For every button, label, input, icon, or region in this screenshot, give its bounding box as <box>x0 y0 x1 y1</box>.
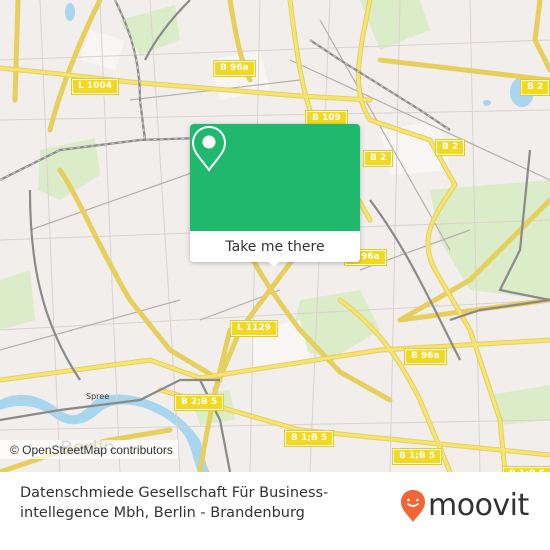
take-me-there-button[interactable]: Take me there <box>190 231 360 262</box>
road-label-b2-b5: B 2;B 5 <box>175 395 224 410</box>
river-label: Spree <box>86 392 110 401</box>
road-label-b1-b5: B 1;B 5 <box>393 449 442 464</box>
road-label-l1004: L 1004 <box>72 79 118 94</box>
map[interactable]: L 1004 B 96a B 109 B 2 B 2 B 2 B 96a L 1… <box>0 0 550 472</box>
road-label-b1-b5: B 1;B 5 <box>285 431 334 446</box>
popup-header <box>190 124 360 231</box>
map-pin-icon <box>191 125 227 172</box>
road-label-b2: B 2 <box>521 80 550 95</box>
road-label-b2: B 2 <box>436 140 465 155</box>
place-name: Datenschmiede Gesellschaft Für Business-… <box>20 485 329 521</box>
moovit-logo[interactable]: moovit <box>400 489 529 523</box>
road-label-b2: B 2 <box>364 151 393 166</box>
take-me-there-label: Take me there <box>225 238 325 255</box>
attribution-text: © OpenStreetMap contributors <box>10 443 173 457</box>
road-label-b96a: B 96a <box>214 61 255 76</box>
popup-pointer <box>267 260 281 267</box>
map-attribution[interactable]: © OpenStreetMap contributors <box>0 440 178 459</box>
road-label-l1129: L 1129 <box>231 321 277 336</box>
directions-popup: Take me there <box>190 124 360 267</box>
moovit-pin-icon <box>401 490 425 522</box>
footer: Datenschmiede Gesellschaft Für Business-… <box>0 472 550 550</box>
moovit-wordmark: moovit <box>428 488 529 523</box>
park-area <box>0 270 35 330</box>
lake <box>483 100 491 106</box>
lake <box>65 3 75 21</box>
road-label-b96a: B 96a <box>405 349 446 364</box>
